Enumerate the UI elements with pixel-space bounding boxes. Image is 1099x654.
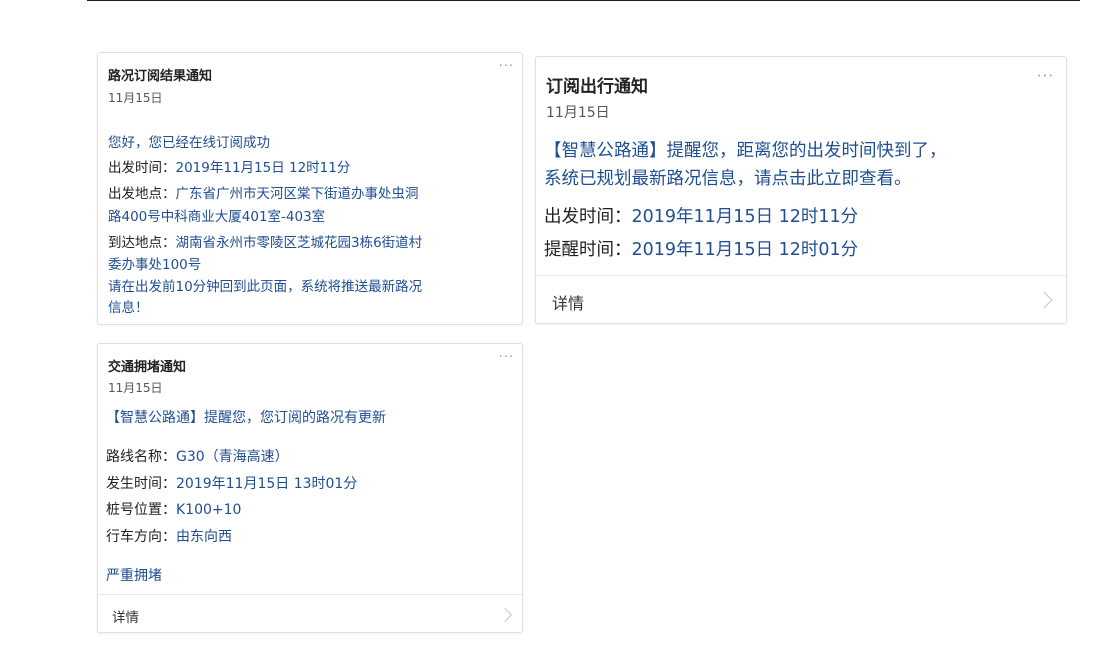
arrive-place-row: 到达地点：湖南省永州市零陵区芝城花园3栋6街道村 <box>108 231 422 251</box>
direction-label: 行车方向： <box>106 529 176 545</box>
card-title: 交通拥堵通知 <box>108 360 187 375</box>
card-date: 11月15日 <box>108 91 163 105</box>
depart-time-value: 2019年11月15日 12时11分 <box>175 160 351 176</box>
detail-label: 详情 <box>552 294 585 313</box>
remind-time-row: 提醒时间：2019年11月15日 12时01分 <box>544 236 858 261</box>
detail-link[interactable]: 详情 <box>98 594 522 632</box>
message-text-cont: 系统已规划最新路况信息，请点击此立即查看。 <box>544 169 912 189</box>
depart-time-value: 2019年11月15日 12时11分 <box>631 207 859 227</box>
occur-time-label: 发生时间： <box>106 476 176 492</box>
chevron-right-icon <box>497 607 513 623</box>
more-icon[interactable]: ··· <box>499 350 514 365</box>
depart-time-row: 出发时间：2019年11月15日 12时11分 <box>108 156 350 176</box>
status-text: 严重拥堵 <box>106 568 162 584</box>
remind-time-value: 2019年11月15日 12时01分 <box>631 240 859 260</box>
more-icon[interactable]: ··· <box>499 59 514 74</box>
route-label: 路线名称： <box>106 449 176 465</box>
card-title: 路况订阅结果通知 <box>108 69 213 84</box>
remind-time-label: 提醒时间： <box>544 240 632 260</box>
direction-row: 行车方向：由东向西 <box>106 526 232 546</box>
depart-place-cont: 路400号中科商业大厦401室-403室 <box>108 209 326 225</box>
depart-time-label: 出发时间： <box>544 207 632 227</box>
notice-text: 请在出发前10分钟回到此页面，系统将推送最新路况 <box>108 279 423 295</box>
card-title: 订阅出行通知 <box>546 77 648 97</box>
subscription-result-card: 路况订阅结果通知 11月15日 ··· 您好，您已经在线订阅成功 出发时间：20… <box>97 52 523 325</box>
stake-row: 桩号位置：K100+10 <box>106 499 241 519</box>
occur-time-row: 发生时间：2019年11月15日 13时01分 <box>106 473 357 493</box>
depart-place-row: 出发地点：广东省广州市天河区棠下街道办事处虫洞 <box>108 182 419 202</box>
route-row: 路线名称：G30（青海高速） <box>106 446 289 466</box>
depart-time-label: 出发时间： <box>108 160 176 176</box>
depart-place-value: 广东省广州市天河区棠下街道办事处虫洞 <box>175 186 419 202</box>
arrive-place-cont: 委办事处100号 <box>108 257 202 273</box>
detail-link[interactable]: 详情 <box>536 275 1066 323</box>
card-date: 11月15日 <box>546 105 610 121</box>
arrive-place-value: 湖南省永州市零陵区芝城花园3栋6街道村 <box>175 235 423 251</box>
card-date: 11月15日 <box>108 381 163 395</box>
chevron-right-icon <box>1035 291 1053 309</box>
stake-label: 桩号位置： <box>106 502 176 518</box>
stake-value: K100+10 <box>176 502 242 518</box>
depart-time-row: 出发时间：2019年11月15日 12时11分 <box>544 203 858 228</box>
trip-reminder-card: 订阅出行通知 11月15日 ··· 【智慧公路通】提醒您，距离您的出发时间快到了… <box>535 56 1067 324</box>
top-divider <box>87 0 1080 1</box>
detail-label: 详情 <box>112 610 139 626</box>
message-text: 【智慧公路通】提醒您，您订阅的路况有更新 <box>106 410 386 426</box>
message-text: 【智慧公路通】提醒您，距离您的出发时间快到了， <box>544 141 947 161</box>
notice-text-cont: 信息！ <box>108 300 149 316</box>
depart-place-label: 出发地点： <box>108 186 176 202</box>
route-value: G30（青海高速） <box>176 449 289 465</box>
more-icon[interactable]: ··· <box>1037 67 1054 85</box>
direction-value: 由东向西 <box>176 529 232 545</box>
traffic-congestion-card: 交通拥堵通知 11月15日 ··· 【智慧公路通】提醒您，您订阅的路况有更新 路… <box>97 343 523 633</box>
greeting-text: 您好，您已经在线订阅成功 <box>108 135 270 151</box>
occur-time-value: 2019年11月15日 13时01分 <box>176 476 358 492</box>
arrive-place-label: 到达地点： <box>108 235 176 251</box>
